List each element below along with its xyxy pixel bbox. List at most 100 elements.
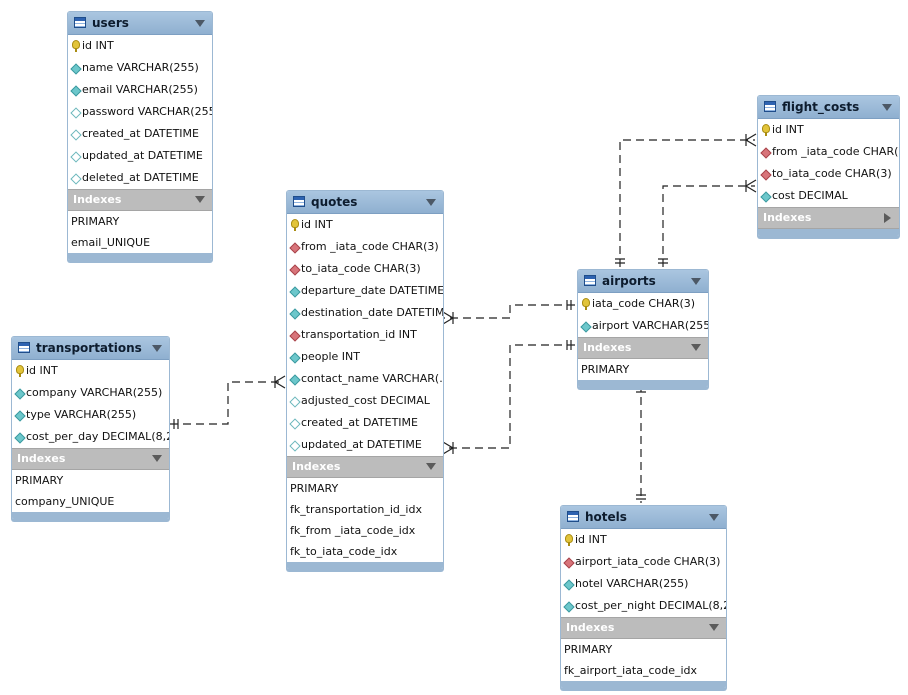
- collapse-triangle-icon[interactable]: [709, 624, 719, 631]
- column-label: airport VARCHAR(255): [592, 319, 709, 332]
- table-airports[interactable]: airports iata_code CHAR(3) airport VARCHAR…: [577, 269, 709, 388]
- nullable-column-icon: [70, 151, 82, 163]
- indexes-label: Indexes: [17, 452, 66, 465]
- one-cardinality-mark: [566, 340, 572, 350]
- expand-triangle-icon[interactable]: [884, 213, 891, 223]
- collapse-triangle-icon[interactable]: [709, 514, 719, 521]
- column-row[interactable]: updated_at DATETIME: [287, 434, 443, 456]
- column-row[interactable]: contact_name VARCHAR(...: [287, 368, 443, 390]
- column-row[interactable]: cost DECIMAL: [758, 185, 899, 207]
- indexes-header[interactable]: Indexes: [758, 207, 899, 229]
- column-row[interactable]: id INT: [758, 119, 899, 141]
- many-cardinality-mark: [442, 311, 455, 325]
- table-footer: [578, 380, 708, 387]
- indexes-header[interactable]: Indexes: [12, 448, 169, 470]
- column-row[interactable]: airport VARCHAR(255): [578, 315, 708, 337]
- column-label: deleted_at DATETIME: [82, 171, 199, 184]
- column-row[interactable]: id INT: [12, 360, 169, 382]
- table-header[interactable]: quotes: [287, 191, 443, 214]
- table-hotels[interactable]: hotels id INT airport_iata_code CHAR(3) hot…: [560, 505, 727, 689]
- column-row[interactable]: company VARCHAR(255): [12, 382, 169, 404]
- table-header[interactable]: hotels: [561, 506, 726, 529]
- column-row[interactable]: transportation_id INT: [287, 324, 443, 346]
- column-row[interactable]: name VARCHAR(255): [68, 57, 212, 79]
- not-null-column-icon: [289, 352, 301, 364]
- column-label: to_iata_code CHAR(3): [301, 262, 421, 275]
- column-row[interactable]: destination_date DATETIME: [287, 302, 443, 324]
- table-header[interactable]: flight_costs: [758, 96, 899, 119]
- column-row[interactable]: id INT: [287, 214, 443, 236]
- table-header[interactable]: users: [68, 12, 212, 35]
- column-row[interactable]: updated_at DATETIME: [68, 145, 212, 167]
- index-row[interactable]: fk_airport_iata_code_idx: [561, 660, 726, 681]
- index-row[interactable]: fk_from _iata_code_idx: [287, 520, 443, 541]
- collapse-triangle-icon[interactable]: [152, 455, 162, 462]
- column-row[interactable]: id INT: [561, 529, 726, 551]
- indexes-header[interactable]: Indexes: [68, 189, 212, 211]
- table-footer: [287, 562, 443, 569]
- table-flight-costs[interactable]: flight_costs id INT from _iata_code CHAR(3…: [757, 95, 900, 237]
- column-label: id INT: [301, 218, 333, 231]
- table-quotes[interactable]: quotes id INT from _iata_code CHAR(3) to_ia…: [286, 190, 444, 570]
- indexes-header[interactable]: Indexes: [578, 337, 708, 359]
- column-row[interactable]: hotel VARCHAR(255): [561, 573, 726, 595]
- column-row[interactable]: deleted_at DATETIME: [68, 167, 212, 189]
- column-row[interactable]: password VARCHAR(255): [68, 101, 212, 123]
- column-row[interactable]: created_at DATETIME: [287, 412, 443, 434]
- collapse-triangle-icon[interactable]: [691, 344, 701, 351]
- one-cardinality-mark: [636, 387, 646, 393]
- column-row[interactable]: type VARCHAR(255): [12, 404, 169, 426]
- column-row[interactable]: to_iata_code CHAR(3): [758, 163, 899, 185]
- column-row[interactable]: cost_per_night DECIMAL(8,2): [561, 595, 726, 617]
- nullable-column-icon: [289, 396, 301, 408]
- table-transportations[interactable]: transportations id INT company VARCHAR(255…: [11, 336, 170, 520]
- table-users[interactable]: users id INT name VARCHAR(255) email VARCHA…: [67, 11, 213, 261]
- index-row[interactable]: email_UNIQUE: [68, 232, 212, 253]
- column-label: airport_iata_code CHAR(3): [575, 555, 721, 568]
- column-label: from _iata_code CHAR(3): [772, 145, 900, 158]
- collapse-triangle-icon[interactable]: [426, 199, 436, 206]
- column-row[interactable]: id INT: [68, 35, 212, 57]
- one-cardinality-mark: [615, 258, 625, 264]
- column-row[interactable]: email VARCHAR(255): [68, 79, 212, 101]
- column-row[interactable]: people INT: [287, 346, 443, 368]
- column-row[interactable]: adjusted_cost DECIMAL: [287, 390, 443, 412]
- column-row[interactable]: iata_code CHAR(3): [578, 293, 708, 315]
- table-header[interactable]: transportations: [12, 337, 169, 360]
- primary-key-icon: [565, 534, 573, 546]
- column-row[interactable]: from _iata_code CHAR(3): [758, 141, 899, 163]
- column-row[interactable]: from _iata_code CHAR(3): [287, 236, 443, 258]
- not-null-column-icon: [14, 410, 26, 422]
- indexes-header[interactable]: Indexes: [287, 456, 443, 478]
- collapse-triangle-icon[interactable]: [882, 104, 892, 111]
- table-header[interactable]: airports: [578, 270, 708, 293]
- collapse-triangle-icon[interactable]: [152, 345, 162, 352]
- collapse-triangle-icon[interactable]: [195, 20, 205, 27]
- collapse-triangle-icon[interactable]: [691, 278, 701, 285]
- column-row[interactable]: created_at DATETIME: [68, 123, 212, 145]
- index-row[interactable]: company_UNIQUE: [12, 491, 169, 512]
- column-label: to_iata_code CHAR(3): [772, 167, 892, 180]
- index-row[interactable]: PRIMARY: [68, 211, 212, 232]
- indexes-header[interactable]: Indexes: [561, 617, 726, 639]
- collapse-triangle-icon[interactable]: [426, 463, 436, 470]
- index-row[interactable]: PRIMARY: [561, 639, 726, 660]
- column-row[interactable]: departure_date DATETIME: [287, 280, 443, 302]
- column-row[interactable]: cost_per_day DECIMAL(8,2): [12, 426, 169, 448]
- column-label: adjusted_cost DECIMAL: [301, 394, 430, 407]
- foreign-key-icon: [289, 242, 301, 254]
- index-row[interactable]: PRIMARY: [578, 359, 708, 380]
- collapse-triangle-icon[interactable]: [195, 196, 205, 203]
- column-label: cost_per_night DECIMAL(8,2): [575, 599, 727, 612]
- index-row[interactable]: fk_to_iata_code_idx: [287, 541, 443, 562]
- column-label: created_at DATETIME: [82, 127, 199, 140]
- index-row[interactable]: PRIMARY: [12, 470, 169, 491]
- one-cardinality-mark: [173, 419, 179, 429]
- column-label: id INT: [575, 533, 607, 546]
- column-row[interactable]: to_iata_code CHAR(3): [287, 258, 443, 280]
- indexes-label: Indexes: [73, 193, 122, 206]
- column-row[interactable]: airport_iata_code CHAR(3): [561, 551, 726, 573]
- column-label: departure_date DATETIME: [301, 284, 444, 297]
- index-row[interactable]: PRIMARY: [287, 478, 443, 499]
- index-row[interactable]: fk_transportation_id_idx: [287, 499, 443, 520]
